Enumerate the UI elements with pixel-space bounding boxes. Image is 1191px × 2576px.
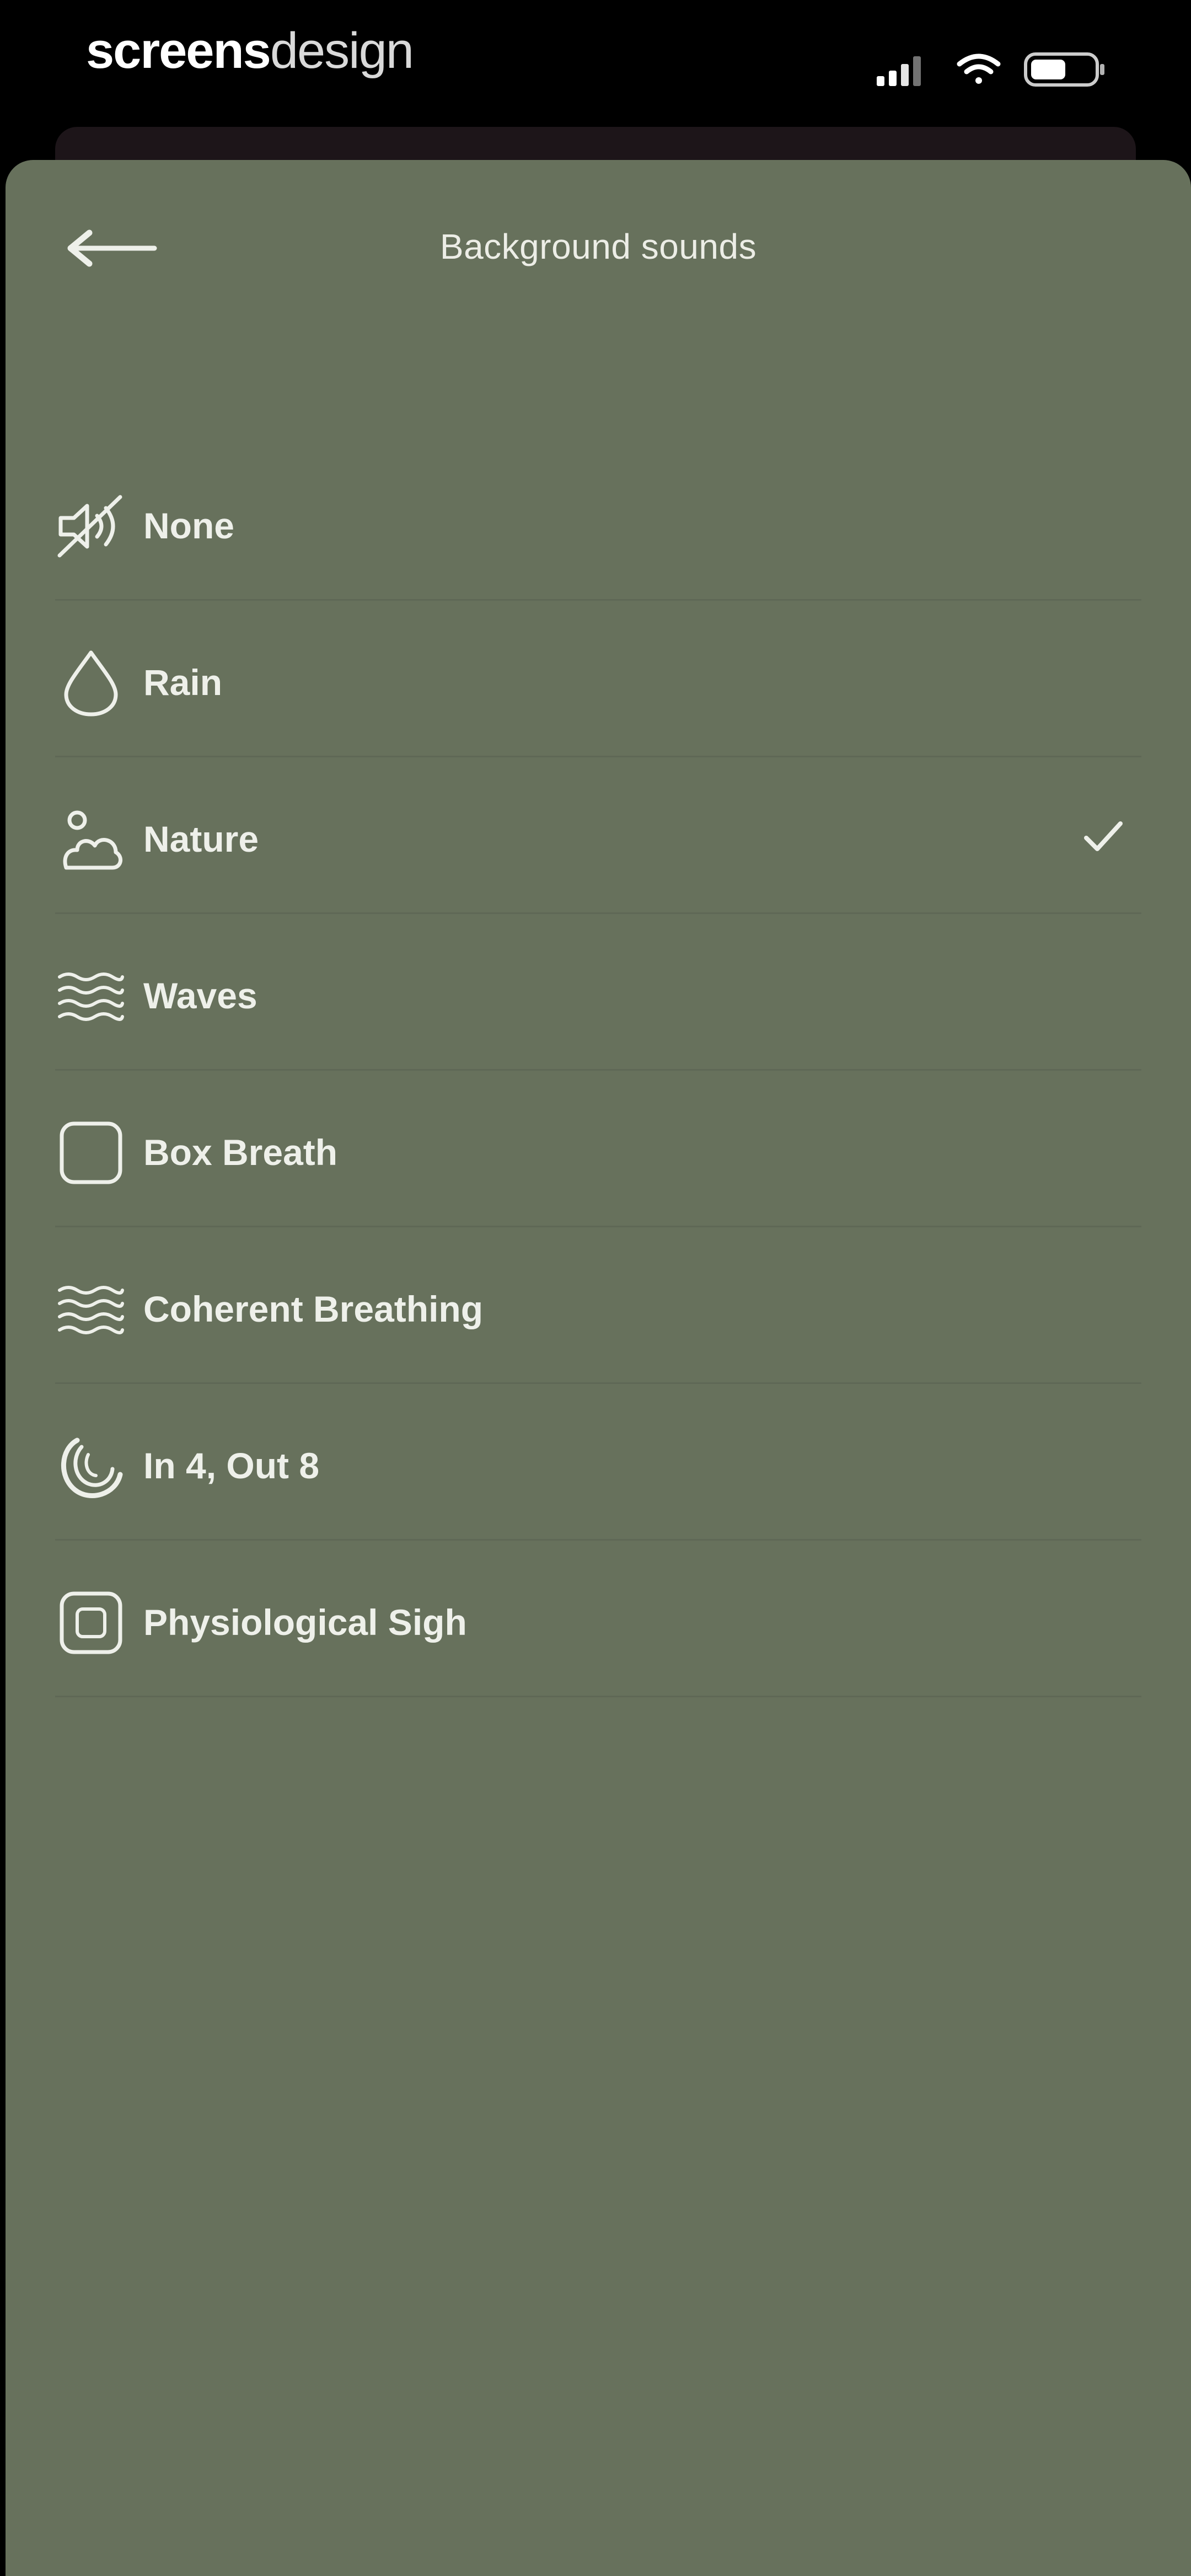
sound-option-list: None Rain Nature Waves Box Breath Cohere… xyxy=(6,444,1191,1697)
sound-option-label: Physiological Sigh xyxy=(143,1602,467,1643)
sound-option-nature[interactable]: Nature xyxy=(6,757,1191,914)
sound-option-rain[interactable]: Rain xyxy=(6,601,1191,757)
wifi-icon xyxy=(957,54,1001,84)
watermark-light: design xyxy=(270,23,414,79)
sound-option-coherent-breathing[interactable]: Coherent Breathing xyxy=(6,1227,1191,1384)
sound-option-label: Waves xyxy=(143,975,257,1016)
sun-cloud-icon xyxy=(55,804,127,875)
sound-option-none[interactable]: None xyxy=(6,444,1191,601)
sound-option-label: None xyxy=(143,505,234,546)
framed-square-icon xyxy=(55,1587,127,1659)
waves-icon xyxy=(55,960,127,1032)
background-sounds-sheet: Background sounds None Rain Nature Waves… xyxy=(6,160,1191,2576)
waves-icon xyxy=(55,1274,127,1345)
watermark-logo: screensdesign xyxy=(86,22,414,80)
sheet-header: Background sounds xyxy=(6,160,1191,325)
watermark-bold: screens xyxy=(86,23,271,79)
sound-option-label: Nature xyxy=(143,819,259,859)
status-icons xyxy=(877,50,1108,88)
swirl-icon xyxy=(55,1430,127,1502)
sound-off-icon xyxy=(55,490,127,562)
cellular-signal-icon xyxy=(877,56,921,86)
checkmark-icon xyxy=(1081,815,1125,859)
droplet-icon xyxy=(55,647,127,719)
sound-option-label: Rain xyxy=(143,662,223,703)
divider xyxy=(55,1696,1141,1697)
sound-option-waves[interactable]: Waves xyxy=(6,914,1191,1071)
sound-option-label: In 4, Out 8 xyxy=(143,1445,320,1486)
sound-option-in4-out8[interactable]: In 4, Out 8 xyxy=(6,1384,1191,1541)
battery-icon xyxy=(1024,52,1104,87)
sound-option-physiological-sigh[interactable]: Physiological Sigh xyxy=(6,1541,1191,1697)
status-bar: screensdesign xyxy=(0,0,1191,132)
square-icon xyxy=(55,1117,127,1189)
page-title: Background sounds xyxy=(439,227,757,266)
sound-option-label: Box Breath xyxy=(143,1132,338,1173)
sound-option-label: Coherent Breathing xyxy=(143,1289,484,1329)
sound-option-box-breath[interactable]: Box Breath xyxy=(6,1071,1191,1227)
